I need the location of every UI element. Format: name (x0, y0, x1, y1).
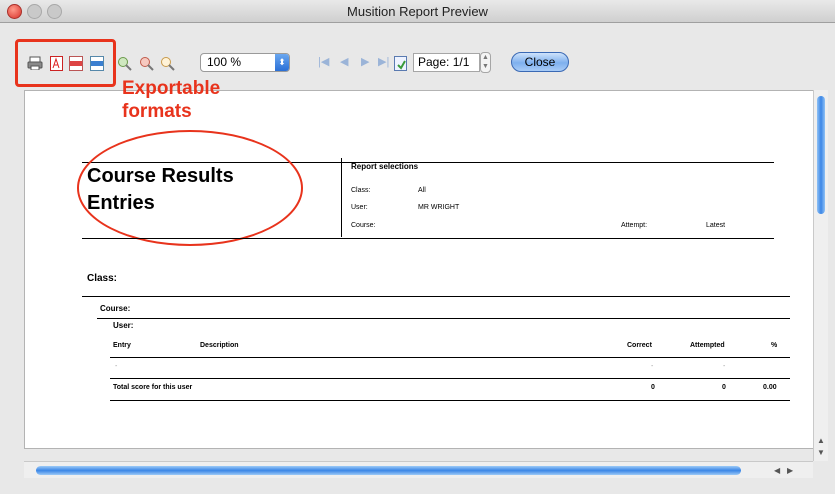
selections-divider (341, 158, 342, 237)
selection-user-label: User: (351, 204, 368, 211)
vertical-scrollbar[interactable]: ▲ ▼ (813, 90, 828, 461)
window-title: Musition Report Preview (347, 4, 488, 19)
zoom-out-icon[interactable] (138, 55, 154, 71)
selection-user-value: MR WRIGHT (418, 204, 460, 211)
close-button[interactable]: Close (511, 52, 569, 72)
selection-class-value: All (418, 187, 426, 194)
class-rule (82, 296, 790, 297)
course-rule (97, 318, 790, 319)
horizontal-scrollbar[interactable]: ◀ ▶ (24, 461, 813, 478)
scroll-up-icon[interactable]: ▲ (817, 436, 825, 445)
export-formats-annotation: Exportable formats (122, 77, 220, 123)
zoom-fit-icon[interactable] (159, 55, 175, 71)
total-rule (110, 400, 790, 401)
total-label: Total score for this user (113, 384, 193, 391)
scroll-down-icon[interactable]: ▼ (817, 448, 825, 457)
last-page-icon[interactable]: ▶| (378, 55, 389, 68)
row-attempted-value: - (723, 363, 726, 370)
annotation-line2: formats (122, 101, 192, 122)
zoom-stepper-icon[interactable]: ⬍ (275, 54, 289, 71)
row-correct-value: - (651, 363, 654, 370)
col-description-header: Description (200, 342, 239, 349)
report-preview-page: Course Results Entries Report selections… (24, 90, 815, 449)
vertical-scroll-thumb[interactable] (817, 96, 825, 214)
window-titlebar: Musition Report Preview (0, 0, 835, 23)
selection-attempt-label: Attempt: (621, 222, 648, 229)
first-page-icon[interactable]: |◀ (318, 55, 329, 68)
col-correct-header: Correct (627, 342, 652, 349)
header-bottom-rule (82, 238, 774, 239)
total-attempted-value: 0 (722, 384, 726, 391)
selection-course-label: Course: (351, 222, 376, 229)
prev-page-icon[interactable]: ◀ (340, 55, 348, 68)
col-percent-header: % (771, 342, 778, 349)
report-title-line1: Course Results (87, 165, 234, 187)
column-header-rule (110, 357, 790, 358)
group-user-label: User: (113, 321, 134, 330)
row-entry-value: - (115, 363, 118, 370)
group-class-label: Class: (87, 273, 118, 284)
col-entry-header: Entry (113, 342, 131, 349)
annotation-line1: Exportable (122, 78, 221, 99)
selection-attempt-value: Latest (706, 222, 726, 229)
report-title-line2: Entries (87, 192, 155, 214)
total-percent-value: 0.00 (763, 384, 777, 391)
total-correct-value: 0 (651, 384, 655, 391)
scroll-left-icon[interactable]: ◀ (774, 466, 780, 475)
scroll-right-icon[interactable]: ▶ (787, 466, 793, 475)
row-rule (110, 378, 790, 379)
selection-class-label: Class: (351, 187, 371, 194)
group-course-label: Course: (100, 304, 131, 313)
col-attempted-header: Attempted (690, 342, 725, 349)
next-page-icon[interactable]: ▶ (361, 55, 369, 68)
selections-heading: Report selections (351, 162, 419, 171)
zoom-select[interactable]: 100 % ⬍ (200, 53, 290, 72)
export-page-icon[interactable] (393, 55, 409, 71)
page-stepper[interactable]: ▲ ▼ (480, 52, 491, 73)
zoom-in-icon[interactable] (116, 55, 132, 71)
zoom-value: 100 % (207, 55, 242, 69)
page-indicator: Page: 1/1 (413, 53, 480, 72)
horizontal-scroll-thumb[interactable] (36, 466, 741, 475)
export-formats-highlight-box (15, 39, 116, 87)
